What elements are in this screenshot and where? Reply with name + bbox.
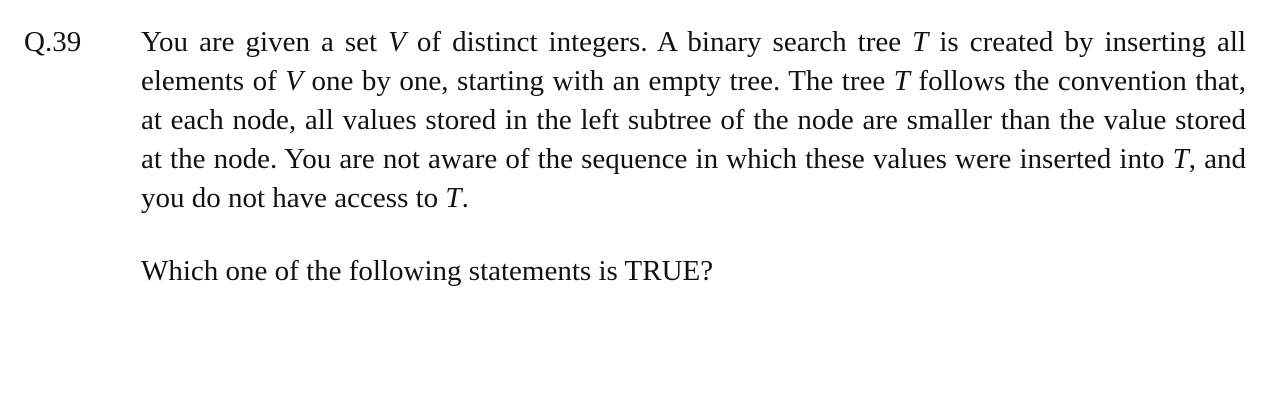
stem-text: one by one, starting with an empty tree.… bbox=[302, 65, 894, 97]
question-prompt: Which one of the following statements is… bbox=[141, 255, 714, 287]
question-number: Q.39 bbox=[24, 26, 82, 58]
math-var-t: T bbox=[445, 182, 462, 214]
stem-text: . bbox=[461, 182, 469, 214]
question-stem: You are given a set V of distinct intege… bbox=[141, 23, 1246, 291]
math-var-t: T bbox=[1172, 143, 1189, 175]
math-var-v: V bbox=[285, 65, 303, 97]
math-var-t: T bbox=[893, 65, 910, 97]
math-var-v: V bbox=[388, 26, 406, 58]
stem-text: of distinct integers. A binary search tr… bbox=[405, 26, 913, 58]
question-text: You are given a set V of distinct intege… bbox=[141, 23, 1246, 218]
stem-text: You are given a set bbox=[141, 26, 389, 58]
math-var-t: T bbox=[912, 26, 929, 58]
question-block: Q.39 You are given a set V of distinct i… bbox=[0, 0, 1276, 415]
